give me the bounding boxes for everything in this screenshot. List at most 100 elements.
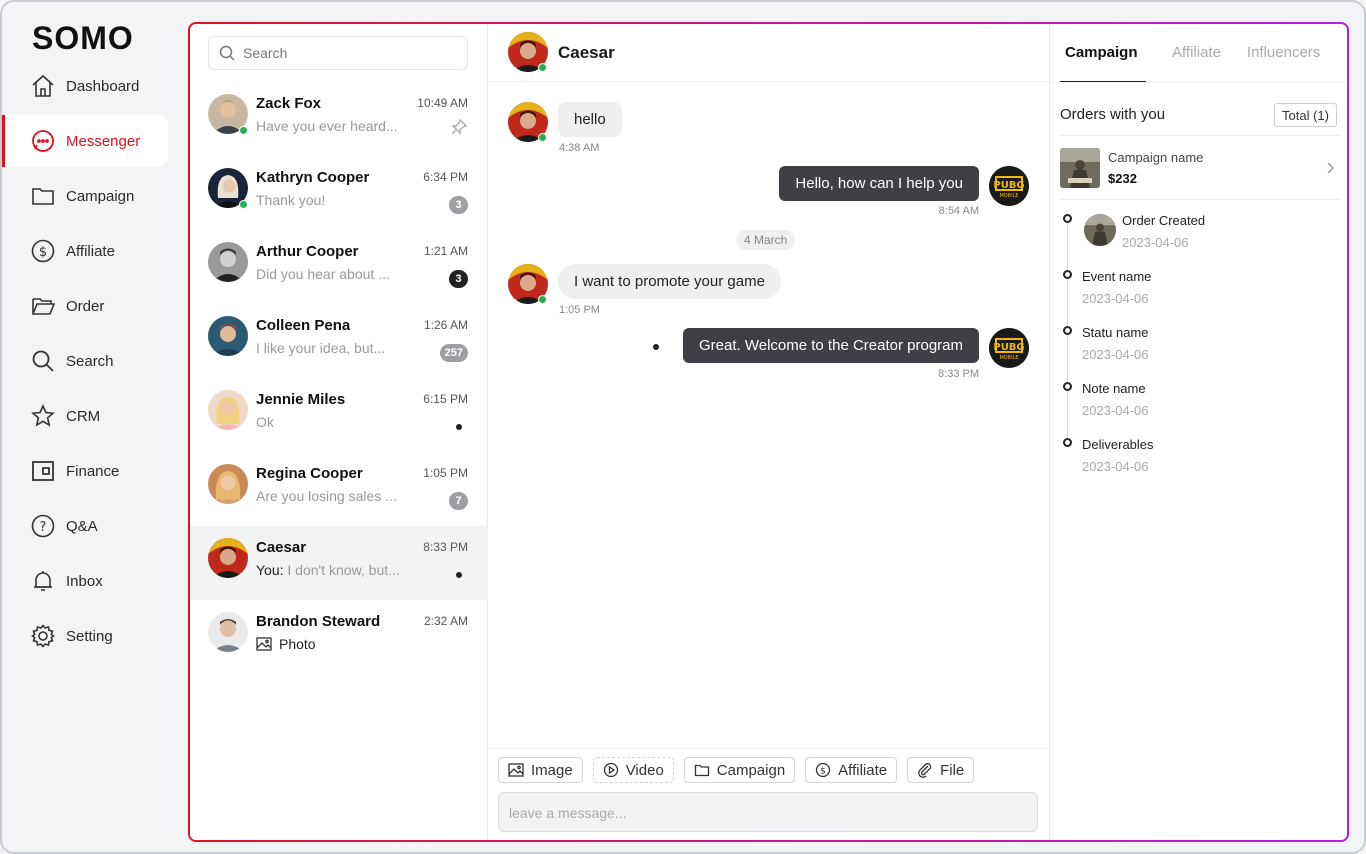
timeline-dot [1063, 438, 1072, 447]
message-preview: Did you hear about ... [256, 266, 390, 282]
chevron-right-icon[interactable] [1325, 161, 1335, 180]
nav-item-dashboard[interactable]: Dashboard [2, 60, 168, 112]
message-time: 1:26 AM [423, 318, 468, 332]
pin-icon[interactable] [450, 118, 468, 141]
incoming-message: hello [558, 102, 622, 137]
conversation-item[interactable]: Jennie Miles 6:15 PM Ok [190, 378, 488, 452]
contact-name: Colleen Pena [256, 317, 351, 334]
tab-campaign[interactable]: Campaign [1060, 24, 1146, 82]
affiliate-button[interactable]: $ Affiliate [805, 757, 898, 783]
timeline-date: 2023-04-06 [1122, 235, 1189, 250]
nav-item-crm[interactable]: CRM [2, 390, 168, 442]
contact-name: Jennie Miles [256, 391, 346, 408]
timeline-title: Deliverables [1082, 437, 1154, 452]
wallet-icon [30, 458, 56, 484]
nav-item-campaign[interactable]: Campaign [2, 170, 168, 222]
svg-text:PUBG: PUBG [993, 342, 1024, 353]
timeline-title: Event name [1082, 269, 1152, 284]
nav-item-inbox[interactable]: Inbox [2, 555, 168, 607]
svg-text:$: $ [820, 767, 826, 777]
status-dot [653, 344, 659, 350]
search-input[interactable]: Search [208, 36, 468, 70]
message-time: 1:21 AM [423, 244, 468, 258]
conversation-item[interactable]: Zack Fox 10:49 AM Have you ever heard... [190, 82, 488, 156]
message-input[interactable]: leave a message... [498, 792, 1038, 832]
tab-influencers[interactable]: Influencers [1247, 24, 1320, 82]
svg-text:?: ? [40, 520, 47, 535]
gear-icon [30, 623, 56, 649]
timeline-title: Order Created [1122, 213, 1206, 228]
attachment-toolbar: Image Video Campaign $ Affiliate File [498, 757, 975, 783]
svg-text:PUBG: PUBG [993, 180, 1024, 191]
message-preview: You: I don't know, but... [256, 562, 411, 578]
nav-item-qa[interactable]: ? Q&A [2, 500, 168, 552]
preview-text: I don't know, but... [287, 562, 400, 578]
online-indicator [538, 295, 547, 304]
dollar-circle-icon: $ [30, 238, 56, 264]
question-circle-icon: ? [30, 513, 56, 539]
composer-placeholder: leave a message... [509, 805, 627, 821]
message-preview: I like your idea, but... [256, 340, 386, 356]
preview-text: Photo [279, 636, 316, 652]
campaign-name[interactable]: Campaign name [1108, 150, 1203, 165]
file-button[interactable]: File [907, 757, 975, 783]
conversation-item[interactable]: Colleen Pena 1:26 AM I like your idea, b… [190, 304, 488, 378]
contact-name: Zack Fox [256, 95, 322, 112]
svg-text:MOBILE: MOBILE [999, 355, 1018, 361]
contact-name: Caesar [256, 539, 307, 556]
campaign-price: $232 [1108, 171, 1137, 186]
svg-text:MOBILE: MOBILE [999, 193, 1018, 199]
bell-icon [30, 568, 56, 594]
conversation-item[interactable]: Brandon Steward 2:32 AM Photo [190, 600, 488, 674]
divider [1050, 82, 1347, 83]
nav-label: Setting [66, 627, 113, 645]
nav-label: Search [66, 352, 114, 370]
composer-divider [488, 748, 1049, 749]
timeline-dot [1063, 214, 1072, 223]
nav-label: CRM [66, 407, 101, 425]
conversation-item[interactable]: Regina Cooper 1:05 PM Are you losing sal… [190, 452, 488, 526]
unread-badge: 3 [449, 196, 468, 214]
folder-icon [30, 183, 56, 209]
nav-item-messenger[interactable]: Messenger [2, 115, 168, 167]
nav-item-affiliate[interactable]: $ Affiliate [2, 225, 168, 277]
nav-label: Messenger [66, 132, 141, 150]
timeline-title: Statu name [1082, 325, 1149, 340]
image-icon [256, 636, 272, 652]
image-icon [508, 762, 524, 778]
nav-item-order[interactable]: Order [2, 280, 168, 332]
image-button[interactable]: Image [498, 757, 583, 783]
avatar [208, 612, 248, 652]
contact-name: Arthur Cooper [256, 243, 359, 260]
details-tabs: Campaign Affiliate Influencers [1060, 24, 1340, 82]
nav-item-finance[interactable]: Finance [2, 445, 168, 497]
search-icon [30, 348, 56, 374]
divider [1060, 135, 1340, 136]
pubg-avatar: PUBG MOBILE [989, 328, 1029, 368]
timeline-date: 2023-04-06 [1082, 403, 1149, 418]
conversation-item[interactable]: Caesar 8:33 PM You: I don't know, but... [190, 526, 488, 600]
online-indicator [239, 200, 248, 209]
conversation-item[interactable]: Arthur Cooper 1:21 AM Did you hear about… [190, 230, 488, 304]
unread-badge: 257 [439, 344, 468, 362]
nav-item-search[interactable]: Search [2, 335, 168, 387]
folder-icon [694, 762, 710, 778]
search-placeholder: Search [243, 45, 288, 61]
sidebar-nav: Dashboard Messenger Campaign $ Affiliate… [2, 60, 168, 665]
online-indicator [538, 133, 547, 142]
avatar [208, 464, 248, 504]
message-preview: Thank you! [256, 192, 326, 208]
avatar [208, 538, 248, 578]
nav-label: Dashboard [66, 77, 140, 95]
paperclip-icon [917, 762, 933, 778]
nav-item-setting[interactable]: Setting [2, 610, 168, 662]
video-button[interactable]: Video [592, 757, 674, 783]
search-icon [219, 45, 235, 61]
tab-affiliate[interactable]: Affiliate [1172, 24, 1221, 82]
campaign-button[interactable]: Campaign [683, 757, 796, 783]
timeline-date: 2023-04-06 [1082, 291, 1149, 306]
message-preview: Ok [256, 414, 274, 430]
tool-label: Campaign [716, 761, 786, 779]
total-badge: Total (1) [1274, 103, 1337, 127]
conversation-item[interactable]: Kathryn Cooper 6:34 PM Thank you! 3 [190, 156, 488, 230]
